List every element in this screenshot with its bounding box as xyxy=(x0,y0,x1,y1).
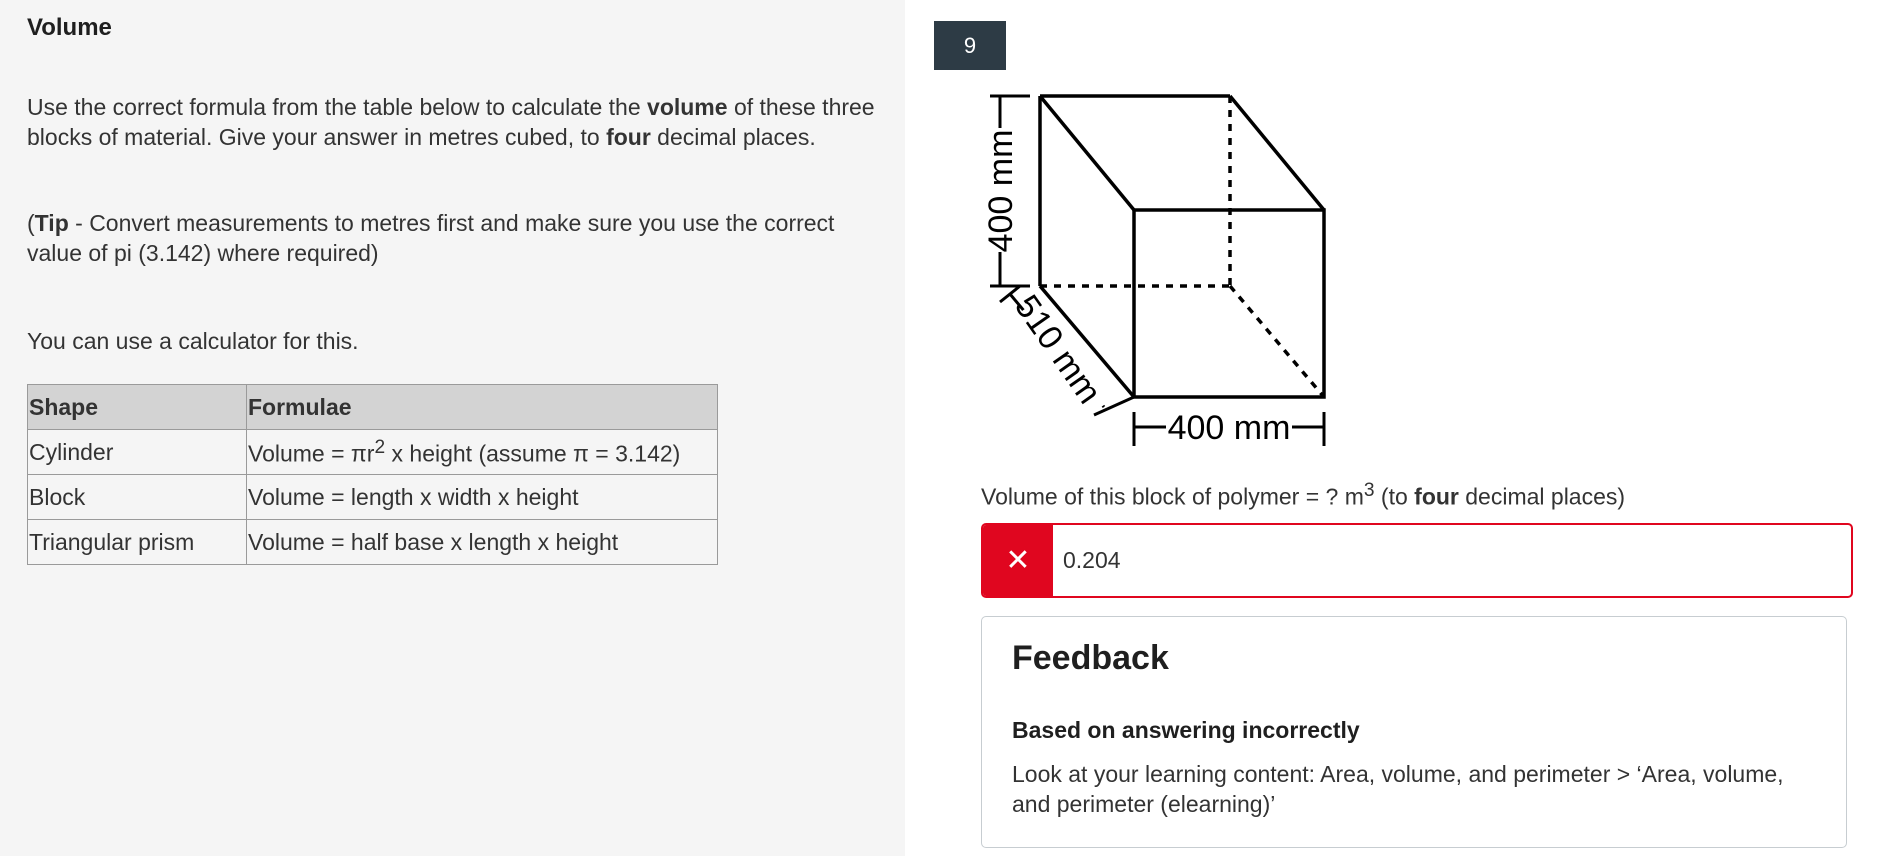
tip-text: ( xyxy=(27,210,35,236)
instruction-text: Use the correct formula from the table b… xyxy=(27,94,648,120)
instruction-paragraph: Use the correct formula from the table b… xyxy=(27,92,887,152)
prompt-text: decimal places) xyxy=(1458,483,1626,510)
formula-text: x height (assume π = 3.142) xyxy=(385,440,681,467)
table-row: Cylinder Volume = πr2 x height (assume π… xyxy=(27,429,718,475)
instruction-bold-volume: volume xyxy=(647,94,728,120)
hidden-edge xyxy=(1228,284,1326,399)
block-diagram: 400 mm 510 mm 400 mm xyxy=(982,94,1326,447)
question-text-panel: Volume Use the correct formula from the … xyxy=(0,0,905,856)
table-cell-formula: Volume = half base x length x height xyxy=(246,519,718,565)
tip-paragraph: (Tip - Convert measurements to metres fi… xyxy=(27,208,887,268)
table-row: Triangular prism Volume = half base x le… xyxy=(27,519,718,565)
formula-superscript: 2 xyxy=(374,436,386,458)
feedback-panel: Feedback Based on answering incorrectly … xyxy=(981,616,1847,848)
table-cell-formula: Volume = length x width x height xyxy=(246,474,718,520)
answer-value[interactable]: 0.204 xyxy=(1063,525,1121,596)
visible-edge xyxy=(1038,94,1136,212)
table-header-formulae: Formulae xyxy=(246,384,718,430)
formula-text: Volume = πr xyxy=(248,440,375,467)
table-header-row: Shape Formulae xyxy=(27,384,718,430)
feedback-subtitle: Based on answering incorrectly xyxy=(1012,717,1360,743)
instruction-text: decimal places. xyxy=(650,124,816,150)
answer-input[interactable]: ✕ 0.204 xyxy=(981,523,1853,598)
tip-label: Tip xyxy=(34,210,69,236)
table-cell-shape: Cylinder xyxy=(27,429,247,475)
close-icon: ✕ xyxy=(1005,544,1031,577)
feedback-title: Feedback xyxy=(1012,639,1169,677)
table-cell-shape: Block xyxy=(27,474,247,520)
question-number-badge: 9 xyxy=(934,21,1006,70)
table-cell-shape: Triangular prism xyxy=(27,519,247,565)
page-title: Volume xyxy=(27,14,112,41)
table-row: Block Volume = length x width x height xyxy=(27,474,718,520)
incorrect-status: ✕ xyxy=(983,525,1053,596)
table-header-shape: Shape xyxy=(27,384,247,430)
question-prompt: Volume of this block of polymer = ? m3 (… xyxy=(981,480,1625,511)
feedback-body: Look at your learning content: Area, vol… xyxy=(1012,761,1784,817)
height-dimension-label: 400 mm xyxy=(982,130,1020,253)
depth-dimension-tick xyxy=(999,284,1021,304)
table-cell-formula: Volume = πr2 x height (assume π = 3.142) xyxy=(246,429,718,475)
width-dimension-label: 400 mm xyxy=(1168,409,1291,447)
visible-edge xyxy=(1228,94,1326,212)
formulae-table: Shape Formulae Cylinder Volume = πr2 x h… xyxy=(27,384,718,565)
instruction-bold-four: four xyxy=(606,124,651,150)
prompt-text: Volume of this block of polymer = ? m xyxy=(981,483,1364,510)
tip-text: - Convert measurements to metres first a… xyxy=(27,210,835,266)
prompt-bold-four: four xyxy=(1414,483,1459,510)
prompt-text: (to xyxy=(1374,483,1415,510)
prompt-superscript: 3 xyxy=(1363,480,1375,501)
calculator-note: You can use a calculator for this. xyxy=(27,328,359,354)
